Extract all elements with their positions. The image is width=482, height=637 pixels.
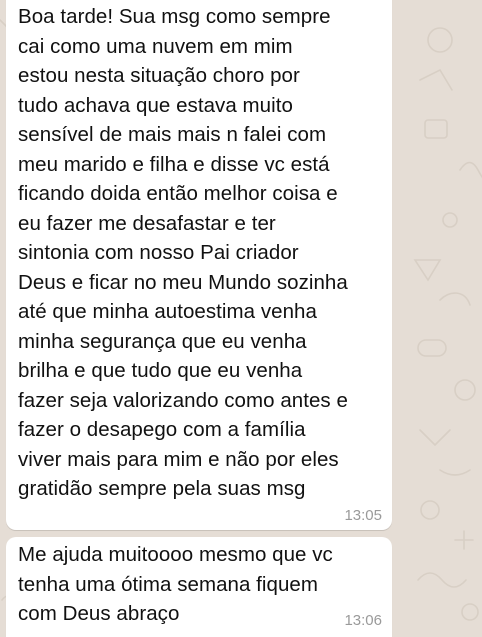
message-line: brilha e que tudo que eu venha — [18, 359, 303, 382]
message-timestamp: 13:06 — [344, 612, 382, 629]
message-line: com Deus abraço — [18, 602, 180, 625]
message-line: Boa tarde! Sua msg como sempre — [18, 5, 331, 28]
message-line: eu fazer me desafastar e ter — [18, 211, 276, 235]
message-line: Deus e ficar no meu Mundo sozinha — [18, 270, 348, 294]
message-line: ficando doida então melhor coisa e — [18, 182, 338, 205]
message-line: fazer o desapego com a família — [18, 418, 306, 441]
message-line: fazer seja valorizando como antes e — [18, 388, 348, 412]
message-text: Boa tarde! Sua msg como sempre cai como … — [18, 2, 384, 504]
message-line: minha segurança que eu venha — [18, 329, 307, 353]
message-line: Me ajuda muitoooo mesmo que vc — [18, 543, 333, 566]
message-line: meu marido e filha e disse vc está — [18, 152, 330, 176]
message-line: viver mais para mim e não por eles — [18, 447, 339, 471]
message-timestamp: 13:05 — [344, 507, 382, 524]
incoming-message-bubble[interactable]: Boa tarde! Sua msg como sempre cai como … — [6, 0, 392, 530]
message-line: cai como uma nuvem em mim — [18, 34, 293, 58]
message-line: tenha uma ótima semana fiquem — [18, 572, 319, 596]
message-line: sensível de mais mais n falei com — [18, 123, 327, 146]
message-line: estou nesta situação choro por — [18, 64, 300, 87]
message-line: sintonia com nosso Pai criador — [18, 241, 299, 264]
message-line: gratidão sempre pela suas msg — [18, 477, 306, 500]
message-line: tudo achava que estava muito — [18, 93, 293, 117]
incoming-message-bubble[interactable]: Me ajuda muitoooo mesmo que vc tenha uma… — [6, 537, 392, 637]
message-line: até que minha autoestima venha — [18, 300, 317, 323]
message-text: Me ajuda muitoooo mesmo que vc tenha uma… — [18, 540, 384, 629]
